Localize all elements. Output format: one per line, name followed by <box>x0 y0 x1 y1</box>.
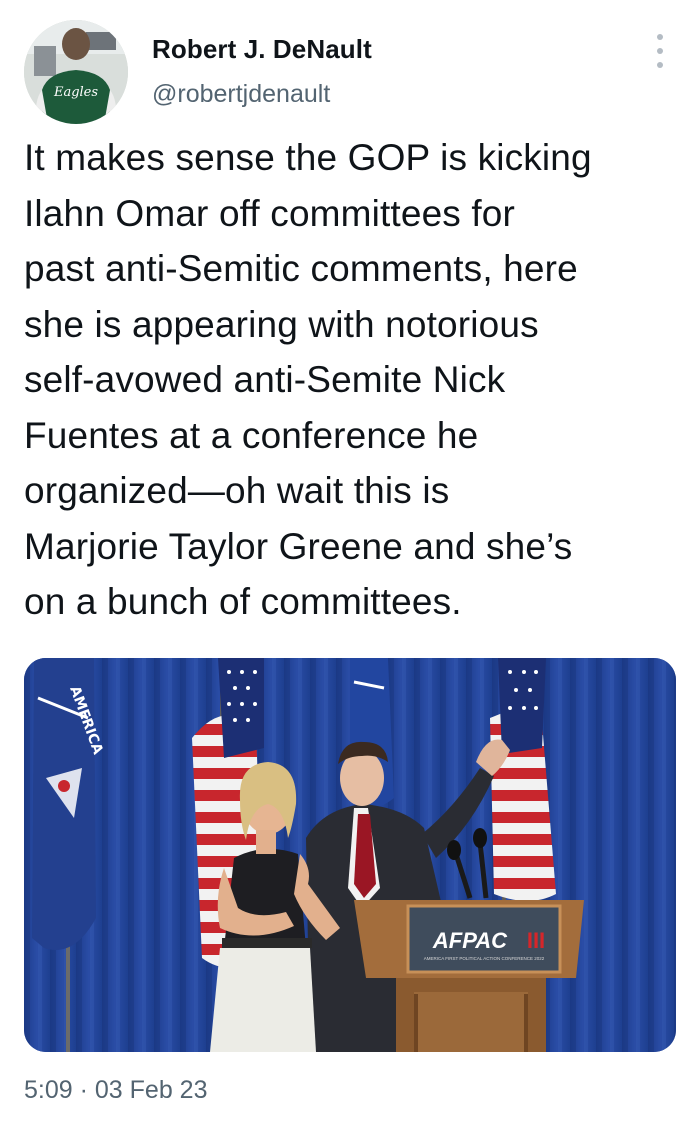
author-handle[interactable]: @robertjdenault <box>152 80 330 109</box>
tweet-text-line: Ilahn Omar off committees for <box>24 192 516 234</box>
more-dot <box>657 34 663 40</box>
more-options-icon[interactable] <box>644 34 676 68</box>
tweet-photo[interactable]: AMERICA AFPAC III AMERICA FIRST POLITICA… <box>24 658 676 1052</box>
tweet-text-line: on a bunch of committees. <box>24 581 462 622</box>
tweet-timestamp[interactable]: 5:09 · 03 Feb 23 <box>24 1076 208 1105</box>
tweet-time: 5:09 <box>24 1076 73 1104</box>
tweet-text-line: Marjorie Taylor Greene and she’s <box>24 525 573 567</box>
author-avatar[interactable]: Eagles <box>24 20 128 124</box>
tweet-text-line: organized—oh wait this is <box>24 470 450 511</box>
tweet-text-line: self-avowed anti-Semite Nick <box>24 359 506 400</box>
tweet-card: Eagles Robert J. DeNault @robertjdenault… <box>0 0 700 1131</box>
podium-logo-subtitle: AMERICA FIRST POLITICAL ACTION CONFERENC… <box>424 956 545 961</box>
tweet-text-line: she is appearing with notorious <box>24 303 539 345</box>
avatar-jacket-text: Eagles <box>53 85 98 100</box>
timestamp-separator: · <box>79 1076 88 1104</box>
more-dot <box>657 62 663 68</box>
tweet-text-line: Fuentes at a conference he <box>24 414 479 456</box>
tweet-text-line: past anti-Semitic comments, here <box>24 248 578 289</box>
author-name[interactable]: Robert J. DeNault <box>152 34 372 65</box>
tweet-text-line: It makes sense the GOP is kicking <box>24 137 592 178</box>
podium-logo-text: AFPAC <box>432 928 508 953</box>
tweet-text: It makes sense the GOP is kicking Ilahn … <box>24 130 684 630</box>
tweet-date: 03 Feb 23 <box>94 1076 208 1104</box>
more-dot <box>657 48 663 54</box>
podium-logo-mark: III <box>527 928 545 953</box>
